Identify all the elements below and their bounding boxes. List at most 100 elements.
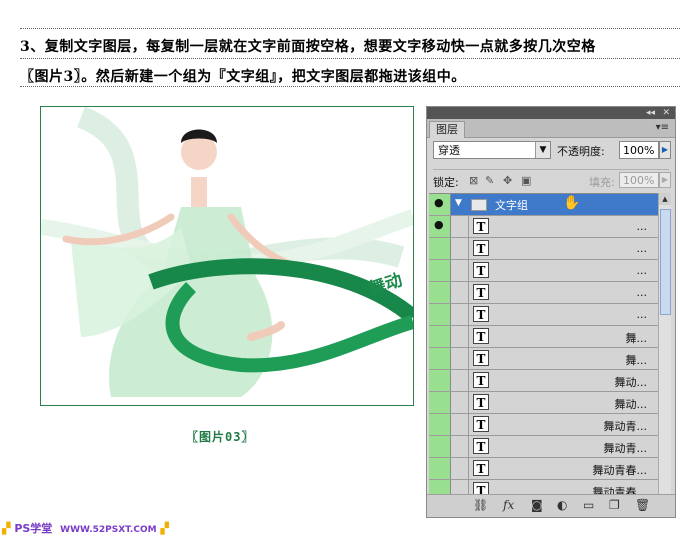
blend-opacity-row: 穿透 ▼ 不透明度: 100% ▶ <box>433 141 671 161</box>
text-layer-icon: T <box>473 328 489 344</box>
blend-mode-select[interactable]: 穿透 ▼ <box>433 141 551 159</box>
new-layer-icon[interactable]: ❐ <box>609 498 620 512</box>
layer-link-cell <box>451 282 469 303</box>
text-layer-icon: T <box>473 262 489 278</box>
layer-link-cell <box>451 326 469 347</box>
fill-label: 填充: <box>589 176 615 189</box>
collapse-panel-icon[interactable]: ◂◂ <box>646 107 655 119</box>
scroll-thumb[interactable] <box>660 209 671 315</box>
visibility-toggle[interactable] <box>429 282 451 303</box>
expand-triangle-icon[interactable]: ▼ <box>455 198 462 208</box>
layer-link-cell <box>451 238 469 259</box>
layer-link-cell <box>451 260 469 281</box>
layer-name: ... <box>636 242 648 255</box>
visibility-toggle[interactable] <box>429 392 451 413</box>
new-group-icon[interactable]: ▭ <box>583 498 594 512</box>
photo-text: 舞动 <box>366 269 405 299</box>
layer-link-cell <box>451 370 469 391</box>
folder-icon <box>471 199 487 211</box>
panel-menu-icon[interactable]: ▾≡ <box>656 122 669 133</box>
text-layer-row[interactable]: T 舞动... <box>429 392 659 414</box>
adjustment-layer-icon[interactable]: ◐ <box>557 498 567 512</box>
layer-name: ... <box>636 286 648 299</box>
visibility-toggle[interactable] <box>429 260 451 281</box>
lock-fill-row: 锁定: ⊠ ✎ ✥ ▣ 填充: 100% ▶ <box>433 169 671 192</box>
layer-name: 舞动青春... <box>592 464 648 477</box>
layer-name: 舞... <box>625 354 648 367</box>
visibility-toggle[interactable]: ● <box>429 194 451 215</box>
layer-link-cell <box>451 436 469 457</box>
lock-transparency-icon[interactable]: ⊠ <box>469 174 478 187</box>
layer-link-cell <box>451 414 469 435</box>
layers-scrollbar[interactable]: ▲ <box>658 193 671 498</box>
visibility-toggle[interactable] <box>429 370 451 391</box>
layer-name: ... <box>636 220 648 233</box>
instruction-line-2: 〖图片3〗。然后新建一个组为『文字组』，把文字图层都拖进该组中。 <box>20 69 466 85</box>
hand-cursor-icon: ✋ <box>563 195 581 211</box>
text-layer-row[interactable]: T... <box>429 260 659 282</box>
text-layer-icon: T <box>473 240 489 256</box>
lock-position-move-icon[interactable]: ✥ <box>503 174 512 187</box>
text-layer-row[interactable]: T... <box>429 238 659 260</box>
layer-name: 舞动青... <box>603 442 648 455</box>
layer-group-row[interactable]: ● ▼ 文字组 ✋ <box>429 194 659 216</box>
opacity-slider-arrow-icon[interactable]: ▶ <box>659 141 671 159</box>
text-layer-row[interactable]: T 舞... <box>429 348 659 370</box>
lock-all-icon[interactable]: ▣ <box>521 174 531 187</box>
tab-layers[interactable]: 图层 <box>429 121 465 138</box>
visibility-toggle[interactable] <box>429 326 451 347</box>
layer-name: 舞动... <box>614 376 648 389</box>
layer-name: ... <box>636 264 648 277</box>
close-panel-icon[interactable]: ✕ <box>662 107 670 119</box>
text-layer-icon: T <box>473 372 489 388</box>
divider-bottom <box>20 86 680 87</box>
fill-field[interactable]: 100% <box>619 172 659 188</box>
layer-link-cell <box>451 216 469 237</box>
visibility-toggle[interactable] <box>429 458 451 479</box>
add-mask-icon[interactable]: ◙ <box>531 498 543 512</box>
eye-icon[interactable]: ● <box>434 196 444 209</box>
scroll-up-arrow-icon[interactable]: ▲ <box>659 193 671 205</box>
visibility-toggle[interactable] <box>429 304 451 325</box>
visibility-toggle[interactable] <box>429 238 451 259</box>
lock-label: 锁定: <box>433 176 459 189</box>
text-layer-row[interactable]: T 舞... <box>429 326 659 348</box>
panel-bottom-toolbar: ⛓ fx ◙ ◐ ▭ ❐ 🗑 <box>427 494 675 517</box>
layer-link-cell <box>451 348 469 369</box>
text-layer-icon: T <box>473 416 489 432</box>
text-layer-row[interactable]: T... <box>429 282 659 304</box>
eye-icon[interactable]: ● <box>434 218 444 231</box>
opacity-label: 不透明度: <box>557 145 605 158</box>
instruction-line-1: 3、复制文字图层，每复制一层就在文字前面按空格，想要文字移动快一点就多按几次空格 <box>20 39 596 55</box>
panel-title-bar: ◂◂ ✕ <box>427 107 675 119</box>
text-layer-row[interactable]: T 舞动青... <box>429 414 659 436</box>
lock-image-brush-icon[interactable]: ✎ <box>485 174 494 187</box>
visibility-toggle[interactable] <box>429 414 451 435</box>
opacity-field[interactable]: 100% <box>619 141 659 159</box>
text-layer-row[interactable]: T 舞动青春... <box>429 458 659 480</box>
text-layer-row[interactable]: ● T... <box>429 216 659 238</box>
layer-style-fx-icon[interactable]: fx <box>503 498 514 512</box>
blend-mode-value: 穿透 <box>438 144 460 157</box>
corner-ornament-icon: ▞ <box>2 522 11 535</box>
text-layer-icon: T <box>473 218 489 234</box>
corner-ornament-icon: ▞ <box>160 522 169 535</box>
divider-top <box>20 28 680 29</box>
link-layers-icon[interactable]: ⛓ <box>473 498 488 512</box>
fill-slider-arrow-icon[interactable]: ▶ <box>659 172 671 188</box>
text-layer-row[interactable]: T... <box>429 304 659 326</box>
text-layer-row[interactable]: T 舞动青... <box>429 436 659 458</box>
visibility-toggle[interactable]: ● <box>429 216 451 237</box>
visibility-toggle[interactable] <box>429 348 451 369</box>
layer-name: 舞... <box>625 332 648 345</box>
trash-icon[interactable]: 🗑 <box>635 498 650 512</box>
visibility-toggle[interactable] <box>429 436 451 457</box>
text-layer-row[interactable]: T 舞动... <box>429 370 659 392</box>
image-caption: 〖图片03〗 <box>186 430 255 444</box>
chevron-down-icon[interactable]: ▼ <box>535 142 550 158</box>
divider-middle <box>20 58 680 59</box>
text-layer-icon: T <box>473 350 489 366</box>
layer-link-cell <box>451 458 469 479</box>
layer-name: 舞动青... <box>603 420 648 433</box>
layers-panel: ◂◂ ✕ 图层 ▾≡ 穿透 ▼ 不透明度: 100% ▶ 锁定: ⊠ ✎ ✥ ▣… <box>426 106 676 518</box>
